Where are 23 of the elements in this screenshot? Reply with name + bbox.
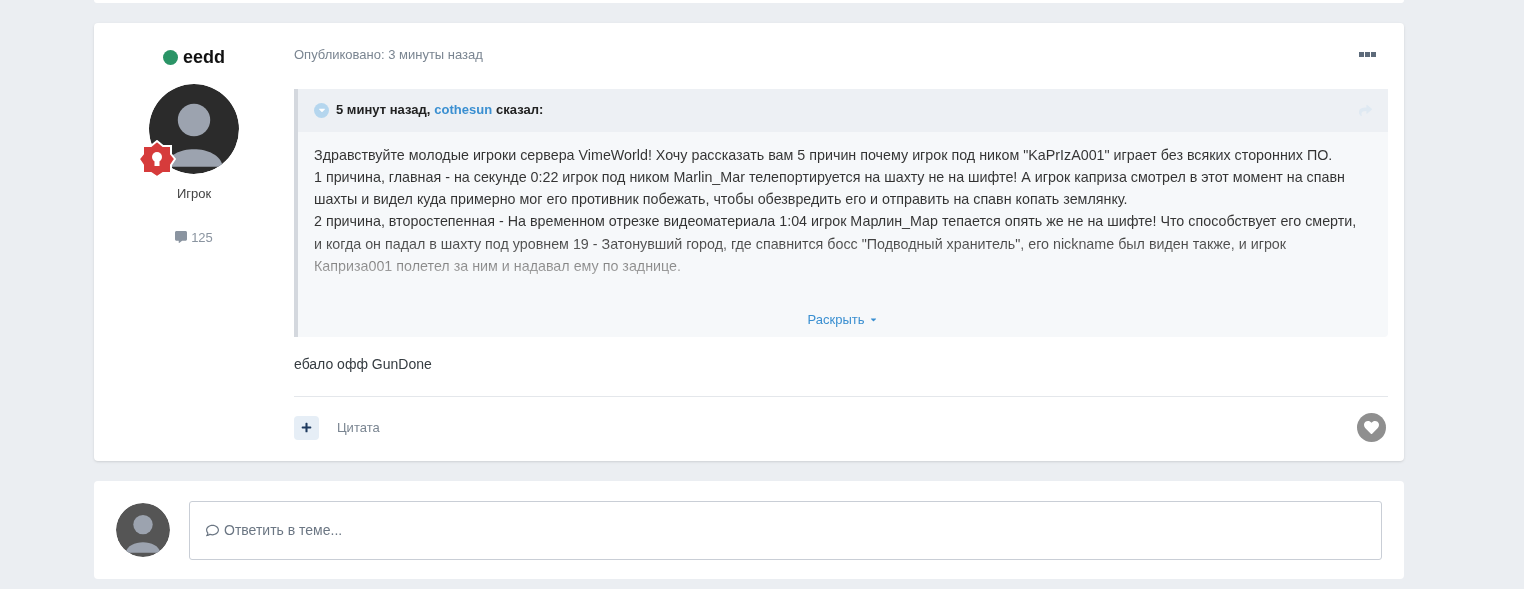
- post-date: Опубликовано: 3 минуты назад: [294, 46, 483, 64]
- avatar[interactable]: [116, 503, 170, 557]
- quote-paragraph: 1 причина, главная - на секунде 0:22 игрок под ником Marlin_Mar телепортируется на шахту не на шифте! А игрок каприза смотрел в этот момент на спавн шахты и видел куда примерно мог его противник побежать, чтобы обезвредить его и отправить на спавн копать землянку.: [314, 167, 1346, 210]
- reply-field[interactable]: Ответить в теме...: [189, 500, 1382, 560]
- quote-author-link[interactable]: cothesun: [434, 100, 493, 120]
- rank-badge-icon: [138, 140, 176, 178]
- expand-button[interactable]: Раскрыть: [807, 309, 879, 329]
- quote-button[interactable]: Цитата: [337, 417, 380, 438]
- more-options-icon[interactable]: [1359, 52, 1376, 58]
- comment-icon: [175, 231, 188, 244]
- quote-paragraph: 2 причина, второстепенная - На временном отрезке видеоматериала 1:04 игрок Марлин_Мар тепается опять же не на шифте! Что способствует его смерти, и когда он падал в шахту под уровнем 19 - Затонувший город, где спавнится босс "Подводный хранитель", его nickname был виден также, и игрок Каприза001 полетел за ним и надавал ему по заднице.: [314, 212, 1358, 276]
- quote-paragraph: Здравствуйте молодые игроки сервера VimeWorld! Хочу рассказать вам 5 причин почему игрок под ником "KaPrIzA001" играет без всяких сторонних ПО.: [314, 145, 1334, 165]
- heart-icon: [1364, 420, 1379, 435]
- multiquote-button[interactable]: [294, 415, 319, 440]
- post-body: ебало офф GunDone: [294, 355, 433, 374]
- post-count: 125: [191, 228, 213, 247]
- comment-icon: [206, 523, 219, 537]
- user-rank: Игрок: [176, 185, 212, 203]
- quote-said: сказал:: [496, 101, 544, 120]
- like-button[interactable]: [1357, 413, 1386, 442]
- quote-time: 5 минут назад,: [336, 101, 431, 120]
- author-name[interactable]: eedd: [183, 44, 225, 71]
- plus-icon: [301, 422, 312, 433]
